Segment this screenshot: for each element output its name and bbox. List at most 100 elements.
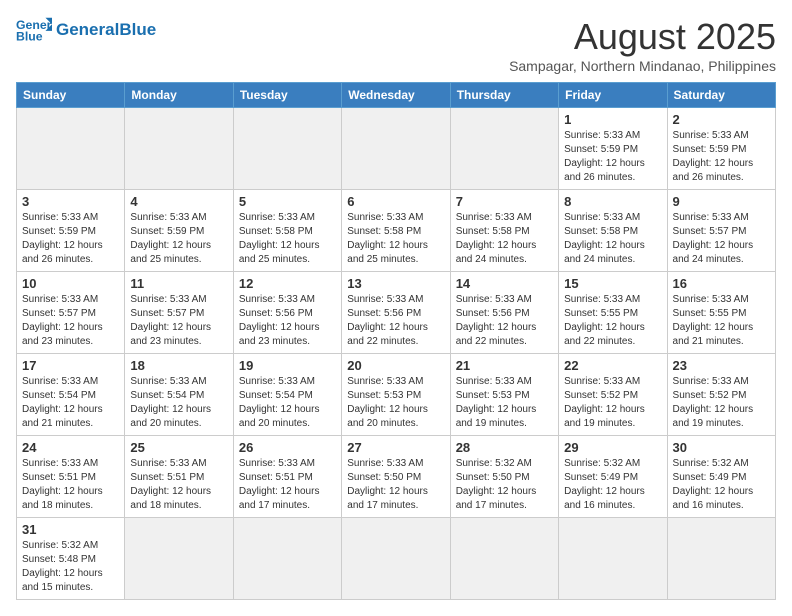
day-number: 4 [130,194,227,209]
day-info: Sunrise: 5:32 AM Sunset: 5:49 PM Dayligh… [564,457,661,513]
calendar-week-row: 24 Sunrise: 5:33 AM Sunset: 5:51 PM Dayli… [17,436,776,518]
calendar-day-cell [17,108,125,190]
generalblue-logo-icon: General Blue [16,16,52,44]
calendar-day-cell: 29 Sunrise: 5:32 AM Sunset: 5:49 PM Dayli… [559,436,667,518]
day-number: 20 [347,358,444,373]
day-info: Sunrise: 5:33 AM Sunset: 5:58 PM Dayligh… [564,211,661,267]
day-info: Sunrise: 5:33 AM Sunset: 5:56 PM Dayligh… [347,293,444,349]
day-number: 22 [564,358,661,373]
day-info: Sunrise: 5:33 AM Sunset: 5:54 PM Dayligh… [22,375,119,431]
svg-text:Blue: Blue [16,30,43,44]
calendar-day-cell: 19Sunrise: 5:33 AM Sunset: 5:54 PM Dayli… [233,354,341,436]
calendar-day-cell: 22 Sunrise: 5:33 AM Sunset: 5:52 PM Dayli… [559,354,667,436]
day-number: 19 [239,358,336,373]
day-number: 30 [673,440,770,455]
page-header: General Blue GeneralBlue August 2025 Sam… [16,16,776,74]
calendar-header-row: SundayMondayTuesdayWednesdayThursdayFrid… [17,83,776,108]
calendar-day-cell: 16Sunrise: 5:33 AM Sunset: 5:55 PM Dayli… [667,272,775,354]
calendar-day-cell: 17Sunrise: 5:33 AM Sunset: 5:54 PM Dayli… [17,354,125,436]
calendar-day-cell [450,518,558,600]
calendar-day-cell: 10 Sunrise: 5:33 AM Sunset: 5:57 PM Dayli… [17,272,125,354]
day-info: Sunrise: 5:33 AM Sunset: 5:59 PM Dayligh… [130,211,227,267]
day-number: 15 [564,276,661,291]
calendar-day-cell: 24 Sunrise: 5:33 AM Sunset: 5:51 PM Dayli… [17,436,125,518]
weekday-header-thursday: Thursday [450,83,558,108]
day-number: 3 [22,194,119,209]
title-area: August 2025 Sampagar, Northern Mindanao,… [509,16,776,74]
calendar-day-cell: 6 Sunrise: 5:33 AM Sunset: 5:58 PM Daylig… [342,190,450,272]
calendar-day-cell [559,518,667,600]
day-info: Sunrise: 5:33 AM Sunset: 5:59 PM Dayligh… [564,129,661,185]
logo-area: General Blue GeneralBlue [16,16,156,44]
calendar-day-cell: 27Sunrise: 5:33 AM Sunset: 5:50 PM Dayli… [342,436,450,518]
calendar-day-cell: 28Sunrise: 5:32 AM Sunset: 5:50 PM Dayli… [450,436,558,518]
calendar-day-cell: 26Sunrise: 5:33 AM Sunset: 5:51 PM Dayli… [233,436,341,518]
day-number: 26 [239,440,336,455]
calendar-day-cell: 25Sunrise: 5:33 AM Sunset: 5:51 PM Dayli… [125,436,233,518]
day-info: Sunrise: 5:33 AM Sunset: 5:58 PM Dayligh… [347,211,444,267]
logo-blue: Blue [119,20,156,39]
calendar-day-cell: 9Sunrise: 5:33 AM Sunset: 5:57 PM Daylig… [667,190,775,272]
calendar-day-cell: 12Sunrise: 5:33 AM Sunset: 5:56 PM Dayli… [233,272,341,354]
day-number: 1 [564,112,661,127]
calendar-day-cell [450,108,558,190]
calendar-day-cell: 20 Sunrise: 5:33 AM Sunset: 5:53 PM Dayli… [342,354,450,436]
day-info: Sunrise: 5:33 AM Sunset: 5:57 PM Dayligh… [22,293,119,349]
day-info: Sunrise: 5:33 AM Sunset: 5:50 PM Dayligh… [347,457,444,513]
day-info: Sunrise: 5:32 AM Sunset: 5:49 PM Dayligh… [673,457,770,513]
day-info: Sunrise: 5:33 AM Sunset: 5:51 PM Dayligh… [22,457,119,513]
day-number: 29 [564,440,661,455]
day-info: Sunrise: 5:33 AM Sunset: 5:54 PM Dayligh… [130,375,227,431]
calendar-day-cell [667,518,775,600]
day-number: 11 [130,276,227,291]
day-info: Sunrise: 5:33 AM Sunset: 5:55 PM Dayligh… [673,293,770,349]
calendar-week-row: 3 Sunrise: 5:33 AM Sunset: 5:59 PM Daylig… [17,190,776,272]
day-number: 24 [22,440,119,455]
day-number: 23 [673,358,770,373]
day-number: 7 [456,194,553,209]
weekday-header-wednesday: Wednesday [342,83,450,108]
calendar-day-cell: 5Sunrise: 5:33 AM Sunset: 5:58 PM Daylig… [233,190,341,272]
calendar-day-cell: 7 Sunrise: 5:33 AM Sunset: 5:58 PM Daylig… [450,190,558,272]
day-number: 12 [239,276,336,291]
day-info: Sunrise: 5:33 AM Sunset: 5:53 PM Dayligh… [456,375,553,431]
day-number: 5 [239,194,336,209]
day-info: Sunrise: 5:32 AM Sunset: 5:48 PM Dayligh… [22,539,119,595]
weekday-header-tuesday: Tuesday [233,83,341,108]
day-info: Sunrise: 5:33 AM Sunset: 5:51 PM Dayligh… [130,457,227,513]
calendar-day-cell: 8 Sunrise: 5:33 AM Sunset: 5:58 PM Daylig… [559,190,667,272]
day-info: Sunrise: 5:33 AM Sunset: 5:57 PM Dayligh… [673,211,770,267]
day-number: 6 [347,194,444,209]
calendar-day-cell [125,108,233,190]
calendar-day-cell [233,108,341,190]
calendar-day-cell: 30 Sunrise: 5:32 AM Sunset: 5:49 PM Dayli… [667,436,775,518]
logo-general: General [56,20,119,39]
day-number: 18 [130,358,227,373]
day-number: 13 [347,276,444,291]
day-number: 8 [564,194,661,209]
location-subtitle: Sampagar, Northern Mindanao, Philippines [509,58,776,74]
weekday-header-friday: Friday [559,83,667,108]
day-info: Sunrise: 5:33 AM Sunset: 5:52 PM Dayligh… [564,375,661,431]
day-number: 10 [22,276,119,291]
calendar-day-cell: 14Sunrise: 5:33 AM Sunset: 5:56 PM Dayli… [450,272,558,354]
calendar-day-cell: 13 Sunrise: 5:33 AM Sunset: 5:56 PM Dayli… [342,272,450,354]
day-info: Sunrise: 5:33 AM Sunset: 5:59 PM Dayligh… [22,211,119,267]
day-info: Sunrise: 5:33 AM Sunset: 5:58 PM Dayligh… [456,211,553,267]
calendar-day-cell: 15 Sunrise: 5:33 AM Sunset: 5:55 PM Dayli… [559,272,667,354]
day-info: Sunrise: 5:33 AM Sunset: 5:59 PM Dayligh… [673,129,770,185]
day-info: Sunrise: 5:33 AM Sunset: 5:55 PM Dayligh… [564,293,661,349]
calendar-day-cell: 4 Sunrise: 5:33 AM Sunset: 5:59 PM Daylig… [125,190,233,272]
calendar-week-row: 1 Sunrise: 5:33 AM Sunset: 5:59 PM Daylig… [17,108,776,190]
calendar-day-cell: 23 Sunrise: 5:33 AM Sunset: 5:52 PM Dayli… [667,354,775,436]
day-number: 2 [673,112,770,127]
day-info: Sunrise: 5:33 AM Sunset: 5:52 PM Dayligh… [673,375,770,431]
calendar-day-cell: 31 Sunrise: 5:32 AM Sunset: 5:48 PM Dayli… [17,518,125,600]
month-title: August 2025 [509,16,776,58]
calendar-day-cell: 11Sunrise: 5:33 AM Sunset: 5:57 PM Dayli… [125,272,233,354]
weekday-header-sunday: Sunday [17,83,125,108]
day-info: Sunrise: 5:33 AM Sunset: 5:53 PM Dayligh… [347,375,444,431]
weekday-header-saturday: Saturday [667,83,775,108]
calendar-week-row: 17Sunrise: 5:33 AM Sunset: 5:54 PM Dayli… [17,354,776,436]
day-number: 31 [22,522,119,537]
